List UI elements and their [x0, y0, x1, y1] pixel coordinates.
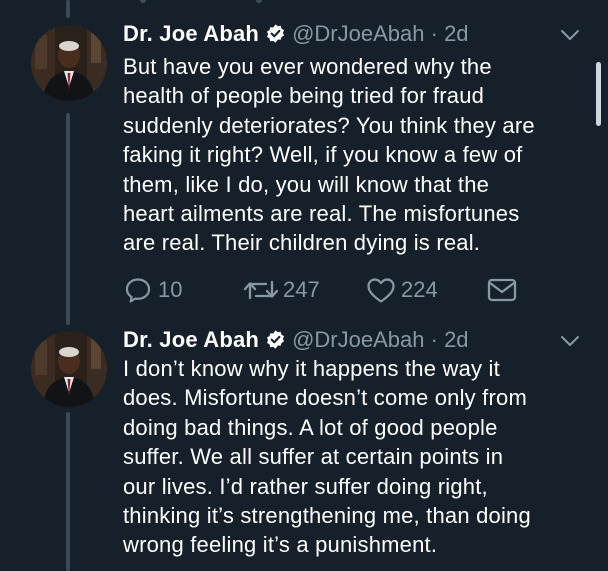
- like-button[interactable]: 224: [365, 275, 438, 305]
- tweet[interactable]: Dr. Joe Abah @DrJoeAbah · 2d But have you…: [0, 19, 608, 319]
- timestamp[interactable]: 2d: [444, 327, 468, 352]
- tweet-text-line: are real. Their children dying is real.: [123, 230, 481, 256]
- tweet-text-line: doing bad things. A lot of good people: [123, 414, 498, 440]
- tweet-text-line: suffer. We all suffer at certain points …: [123, 444, 504, 470]
- speech-bubble-icon: [123, 275, 153, 305]
- heart-icon: [365, 275, 397, 305]
- timestamp[interactable]: 2d: [444, 21, 468, 46]
- avatar[interactable]: [31, 331, 107, 407]
- reply-count: 10: [158, 277, 183, 302]
- envelope-icon: [485, 275, 519, 305]
- tweet[interactable]: Dr. Joe Abah @DrJoeAbah · 2d I don’t know…: [0, 325, 608, 571]
- tweet-text-line: thinking it’s strengthening me, than doi…: [123, 503, 531, 529]
- avatar[interactable]: [31, 25, 107, 101]
- retweet-count: 247: [283, 277, 320, 302]
- reply-button[interactable]: 10: [123, 275, 182, 305]
- tweet-text-line: faking it right? Well, if you know a few…: [123, 142, 523, 168]
- chevron-down-icon[interactable]: [558, 23, 582, 47]
- tweet-text-line: wrong feeling it’s a punishment.: [123, 532, 438, 558]
- direct-message-button[interactable]: [485, 275, 519, 305]
- tweet-actions: 10 247 224: [123, 275, 523, 305]
- display-name[interactable]: Dr. Joe Abah: [123, 327, 259, 352]
- like-count: 224: [401, 277, 438, 302]
- retweet-button[interactable]: 247: [241, 275, 320, 305]
- timestamp-separator: ·: [430, 327, 438, 352]
- tweet-header: Dr. Joe Abah @DrJoeAbah · 2d: [123, 325, 469, 355]
- tweet-text-line: But have you ever wondered why the: [123, 54, 492, 79]
- tweet-text-line: suddenly deteriorates? You think they ar…: [123, 112, 535, 138]
- tweet-text-line: them, like I do, you will know that the: [123, 171, 490, 197]
- tweet-text: But have you ever wondered why the healt…: [123, 52, 593, 258]
- timestamp-separator: ·: [430, 21, 438, 46]
- tweet-text-line: does. Misfortune doesn’t come only from: [123, 385, 527, 411]
- thread-line-top: [66, 0, 70, 18]
- previous-tweet-edge: [0, 0, 608, 8]
- verified-badge-icon: [265, 22, 286, 52]
- display-name[interactable]: Dr. Joe Abah: [123, 21, 259, 46]
- tweet-text-line: our lives. I’d rather suffer doing right…: [123, 473, 488, 499]
- tweet-text: I don’t know why it happens the way it d…: [123, 354, 593, 560]
- tweet-header: Dr. Joe Abah @DrJoeAbah · 2d: [123, 19, 469, 49]
- handle[interactable]: @DrJoeAbah: [292, 327, 424, 352]
- tweet-text-line: I don’t know why it happens the way it: [123, 356, 500, 381]
- tweet-text-line: health of people being tried for fraud: [123, 83, 485, 109]
- tweet-text-line: heart ailments are real. The misfortunes: [123, 201, 520, 227]
- chevron-down-icon[interactable]: [558, 329, 582, 353]
- retweet-arrows-icon: [241, 275, 281, 305]
- handle[interactable]: @DrJoeAbah: [292, 21, 424, 46]
